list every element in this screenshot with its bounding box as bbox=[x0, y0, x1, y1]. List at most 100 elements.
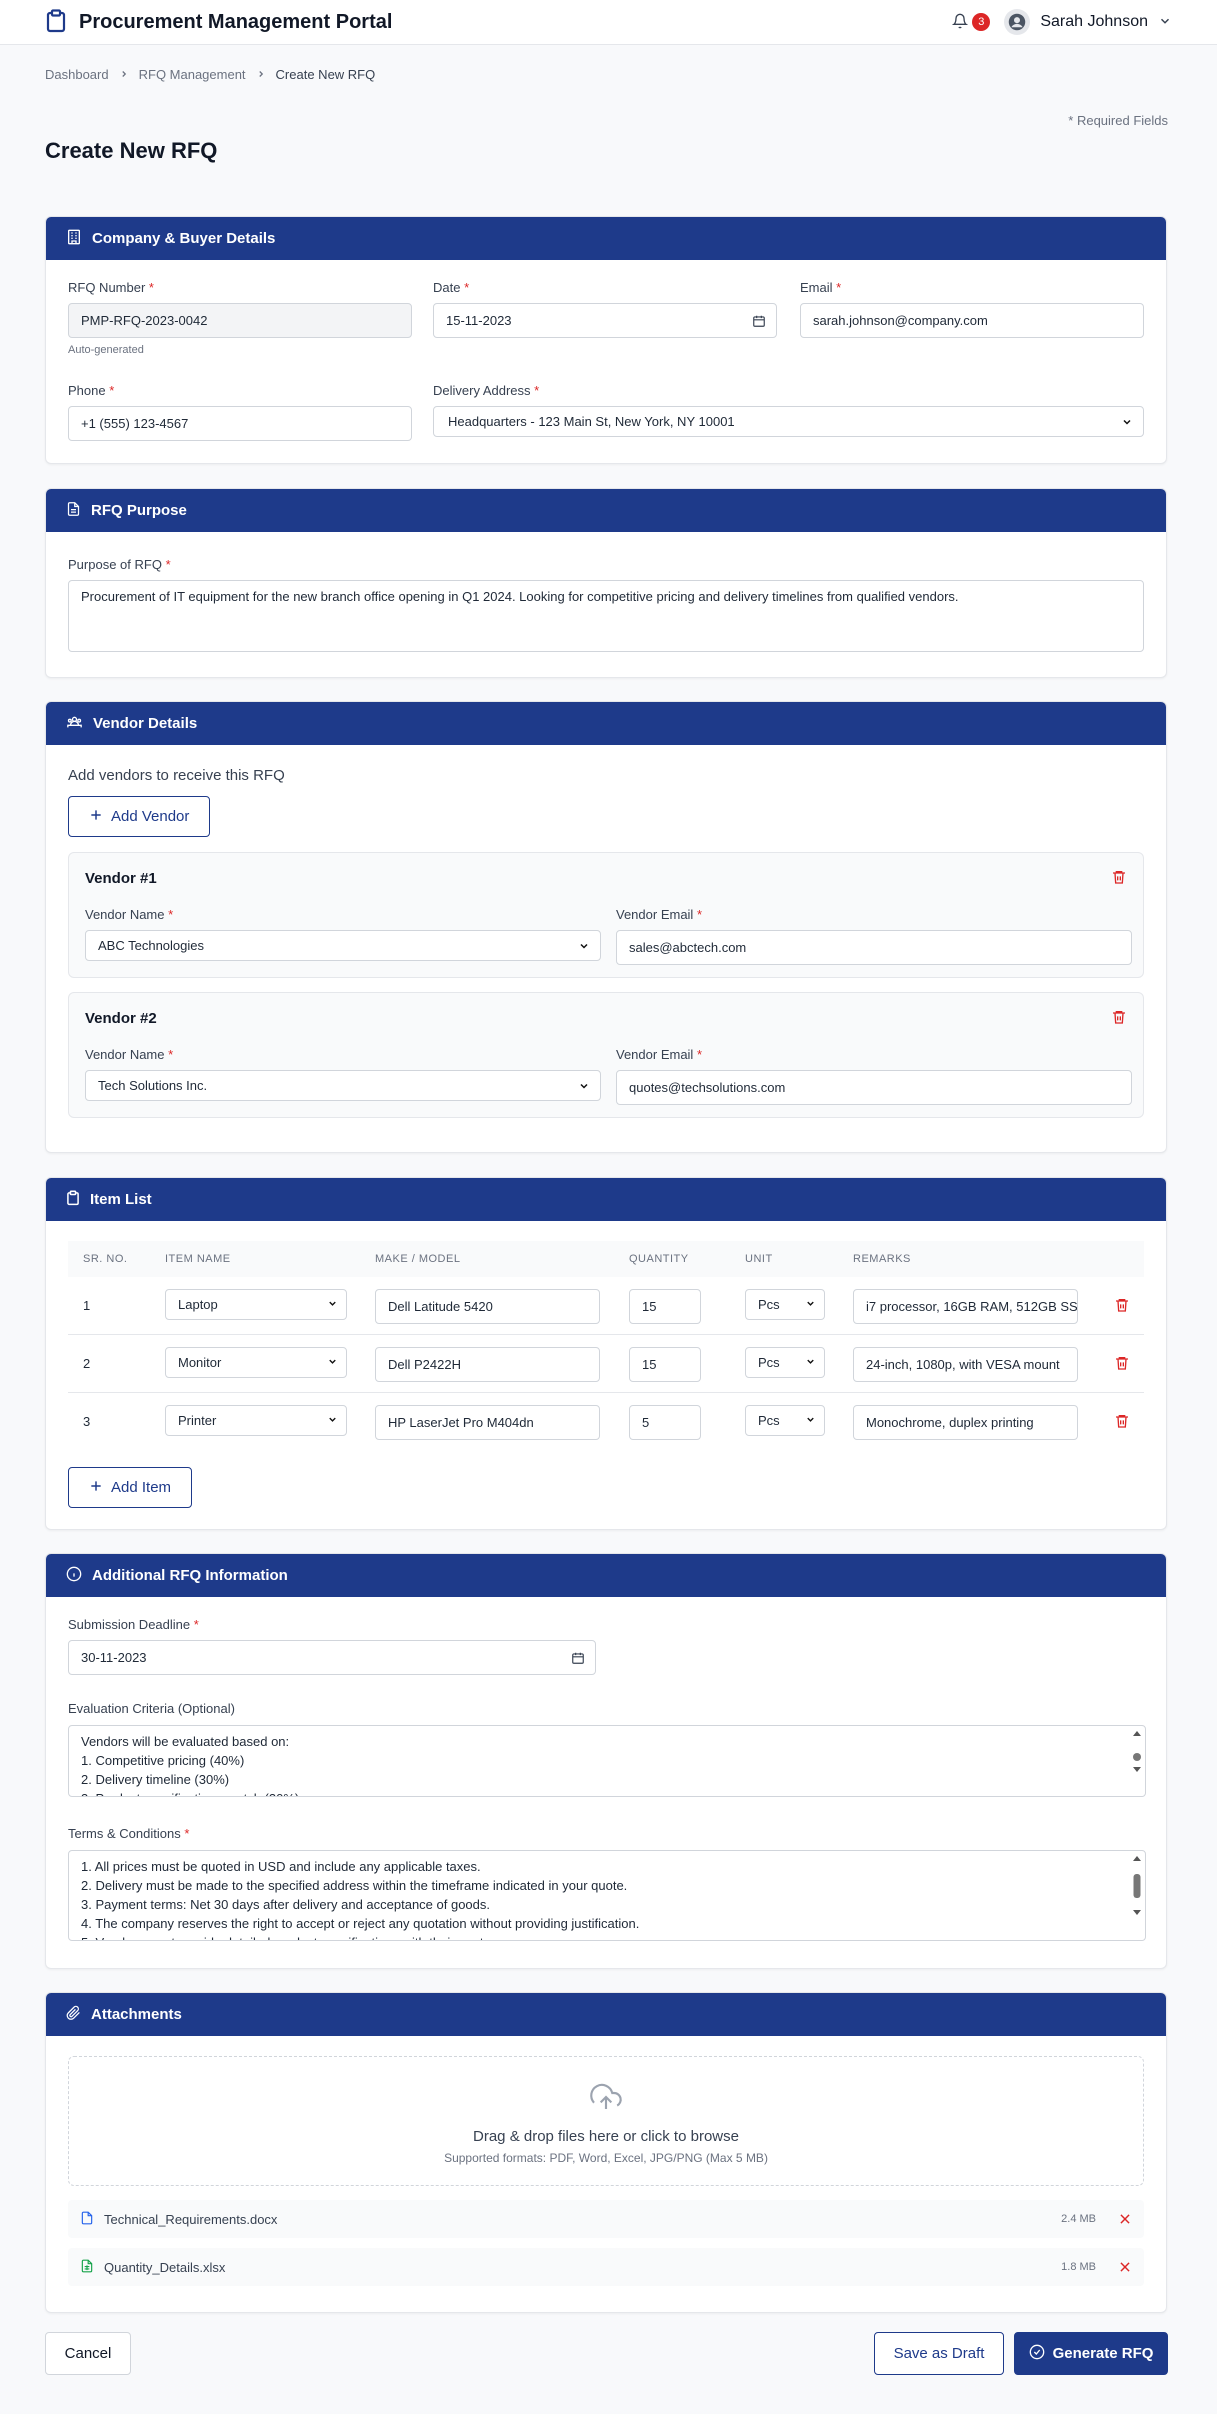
terms-label: Terms & Conditions * bbox=[68, 1826, 190, 1841]
table-row: 3 Printer HP LaserJet Pro M404dn 5 Pcs M… bbox=[68, 1393, 1144, 1451]
remove-file-icon[interactable] bbox=[1118, 2212, 1132, 2226]
top-navigation-bar: Procurement Management Portal 3 Sarah Jo… bbox=[0, 0, 1217, 45]
breadcrumb-rfq-management[interactable]: RFQ Management bbox=[139, 67, 246, 82]
vendor-name-value: ABC Technologies bbox=[98, 938, 204, 953]
unit-select[interactable]: Pcs bbox=[745, 1289, 825, 1320]
supported-formats: Supported formats: PDF, Word, Excel, JPG… bbox=[444, 2151, 768, 2165]
drop-zone-text: Drag & drop files here or click to brows… bbox=[473, 2128, 739, 2145]
make-model-field[interactable]: Dell Latitude 5420 bbox=[375, 1289, 600, 1324]
trash-icon[interactable] bbox=[1114, 1297, 1130, 1316]
trash-icon[interactable] bbox=[1111, 869, 1127, 888]
vendor-email-field[interactable]: quotes@techsolutions.com bbox=[616, 1070, 1132, 1105]
deadline-field[interactable]: 30-11-2023 bbox=[68, 1640, 596, 1675]
row-number: 3 bbox=[83, 1414, 91, 1429]
scrollbar[interactable] bbox=[1132, 1729, 1142, 1793]
vendor-email-label: Vendor Email * bbox=[616, 1047, 703, 1062]
app-title: Procurement Management Portal bbox=[79, 10, 393, 33]
save-draft-button[interactable]: Save as Draft bbox=[874, 2332, 1004, 2375]
file-drop-zone[interactable]: Drag & drop files here or click to brows… bbox=[68, 2056, 1144, 2186]
text-line: 1. Competitive pricing (40%) bbox=[81, 1753, 245, 1768]
rfq-number-field: PMP-RFQ-2023-0042 bbox=[68, 303, 412, 338]
plus-icon bbox=[89, 1479, 103, 1497]
add-vendor-label: Add Vendor bbox=[111, 808, 190, 825]
section-title: RFQ Purpose bbox=[91, 502, 187, 519]
unit-select[interactable]: Pcs bbox=[745, 1347, 825, 1378]
remarks-field[interactable]: i7 processor, 16GB RAM, 512GB SSD bbox=[853, 1289, 1078, 1324]
file-size: 1.8 MB bbox=[1061, 2261, 1096, 2273]
date-field[interactable]: 15-11-2023 bbox=[433, 303, 777, 338]
remarks-field[interactable]: 24-inch, 1080p, with VESA mount bbox=[853, 1347, 1078, 1382]
add-vendor-button[interactable]: Add Vendor bbox=[68, 796, 211, 837]
make-model-field[interactable]: HP LaserJet Pro M404dn bbox=[375, 1405, 600, 1440]
notification-count-badge: 3 bbox=[972, 13, 991, 31]
section-title: Vendor Details bbox=[93, 715, 198, 732]
trash-icon[interactable] bbox=[1111, 1009, 1127, 1028]
column-header: UNIT bbox=[745, 1253, 773, 1265]
terms-textarea[interactable]: 1. All prices must be quoted in USD and … bbox=[68, 1850, 1146, 1941]
bell-icon bbox=[952, 13, 969, 32]
purpose-label: Purpose of RFQ * bbox=[68, 557, 171, 572]
make-model-field[interactable]: Dell P2422H bbox=[375, 1347, 600, 1382]
vendor-card-1: Vendor #1 Vendor Name * ABC Technologies… bbox=[68, 852, 1144, 978]
text-line: 1. All prices must be quoted in USD and … bbox=[81, 1859, 481, 1874]
chevron-right-icon bbox=[119, 67, 129, 82]
generate-rfq-button[interactable]: Generate RFQ bbox=[1014, 2332, 1168, 2375]
chevron-down-icon bbox=[805, 1413, 816, 1428]
check-circle-icon bbox=[1029, 2344, 1045, 2364]
page-title: Create New RFQ bbox=[45, 138, 218, 163]
breadcrumb-dashboard[interactable]: Dashboard bbox=[45, 67, 109, 82]
text-line: 5. Vendors must provide detailed product… bbox=[81, 1933, 1133, 1940]
user-menu[interactable]: Sarah Johnson bbox=[1004, 9, 1172, 35]
text-line: 3. Product specifications match (30%) bbox=[81, 1789, 1133, 1796]
remarks-field[interactable]: Monochrome, duplex printing bbox=[853, 1405, 1078, 1440]
unit-select[interactable]: Pcs bbox=[745, 1405, 825, 1436]
paperclip-icon bbox=[66, 2005, 81, 2025]
add-item-button[interactable]: Add Item bbox=[68, 1467, 193, 1508]
remove-file-icon[interactable] bbox=[1118, 2260, 1132, 2274]
table-row: 2 Monitor Dell P2422H 15 Pcs 24-inch, 10… bbox=[68, 1335, 1144, 1393]
notifications-button[interactable]: 3 bbox=[952, 13, 991, 32]
cancel-button[interactable]: Cancel bbox=[45, 2332, 131, 2375]
table-row: 1 Laptop Dell Latitude 5420 15 Pcs i7 pr… bbox=[68, 1277, 1144, 1335]
item-name-select[interactable]: Printer bbox=[165, 1405, 347, 1436]
quantity-field[interactable]: 5 bbox=[629, 1405, 701, 1440]
text-line: 2. Delivery must be made to the specifie… bbox=[81, 1878, 628, 1893]
criteria-textarea[interactable]: Vendors will be evaluated based on: 1. C… bbox=[68, 1725, 1146, 1797]
section-title: Company & Buyer Details bbox=[92, 230, 276, 247]
spreadsheet-icon bbox=[80, 2258, 94, 2277]
section-header: Vendor Details bbox=[46, 702, 1166, 745]
purpose-text: Procurement of IT equipment for the new … bbox=[81, 589, 959, 604]
building-icon bbox=[66, 229, 82, 249]
scrollbar[interactable] bbox=[1132, 1854, 1142, 1936]
phone-field[interactable]: +1 (555) 123-4567 bbox=[68, 406, 412, 441]
section-title: Additional RFQ Information bbox=[92, 1567, 288, 1584]
delivery-address-select[interactable]: Headquarters - 123 Main St, New York, NY… bbox=[433, 406, 1144, 437]
vendor-email-label: Vendor Email * bbox=[616, 907, 703, 922]
item-name-select[interactable]: Monitor bbox=[165, 1347, 347, 1378]
brand[interactable]: Procurement Management Portal bbox=[45, 8, 393, 36]
trash-icon[interactable] bbox=[1114, 1413, 1130, 1432]
vendor-name-select[interactable]: Tech Solutions Inc. bbox=[85, 1070, 601, 1101]
calendar-icon[interactable] bbox=[571, 1651, 585, 1665]
chevron-down-icon bbox=[327, 1413, 338, 1428]
chevron-down-icon bbox=[327, 1355, 338, 1370]
vendor-email-field[interactable]: sales@abctech.com bbox=[616, 930, 1132, 965]
section-header: Company & Buyer Details bbox=[46, 217, 1166, 260]
column-header: REMARKS bbox=[853, 1253, 911, 1265]
phone-label: Phone * bbox=[68, 383, 115, 398]
section-title: Item List bbox=[90, 1191, 152, 1208]
vendor-name-value: Tech Solutions Inc. bbox=[98, 1078, 208, 1093]
calendar-icon[interactable] bbox=[752, 314, 766, 328]
clipboard-icon bbox=[66, 1190, 80, 1210]
required-fields-note: * Required Fields bbox=[1068, 113, 1168, 128]
trash-icon[interactable] bbox=[1114, 1355, 1130, 1374]
table-header: SR. NO. ITEM NAME MAKE / MODEL QUANTITY … bbox=[68, 1241, 1144, 1277]
quantity-field[interactable]: 15 bbox=[629, 1289, 701, 1324]
email-field[interactable]: sarah.johnson@company.com bbox=[800, 303, 1144, 338]
item-name-select[interactable]: Laptop bbox=[165, 1289, 347, 1320]
quantity-field[interactable]: 15 bbox=[629, 1347, 701, 1382]
vendor-title: Vendor #1 bbox=[85, 870, 157, 887]
section-header: RFQ Purpose bbox=[46, 489, 1166, 532]
vendor-name-select[interactable]: ABC Technologies bbox=[85, 930, 601, 961]
purpose-textarea[interactable]: Procurement of IT equipment for the new … bbox=[68, 580, 1144, 652]
